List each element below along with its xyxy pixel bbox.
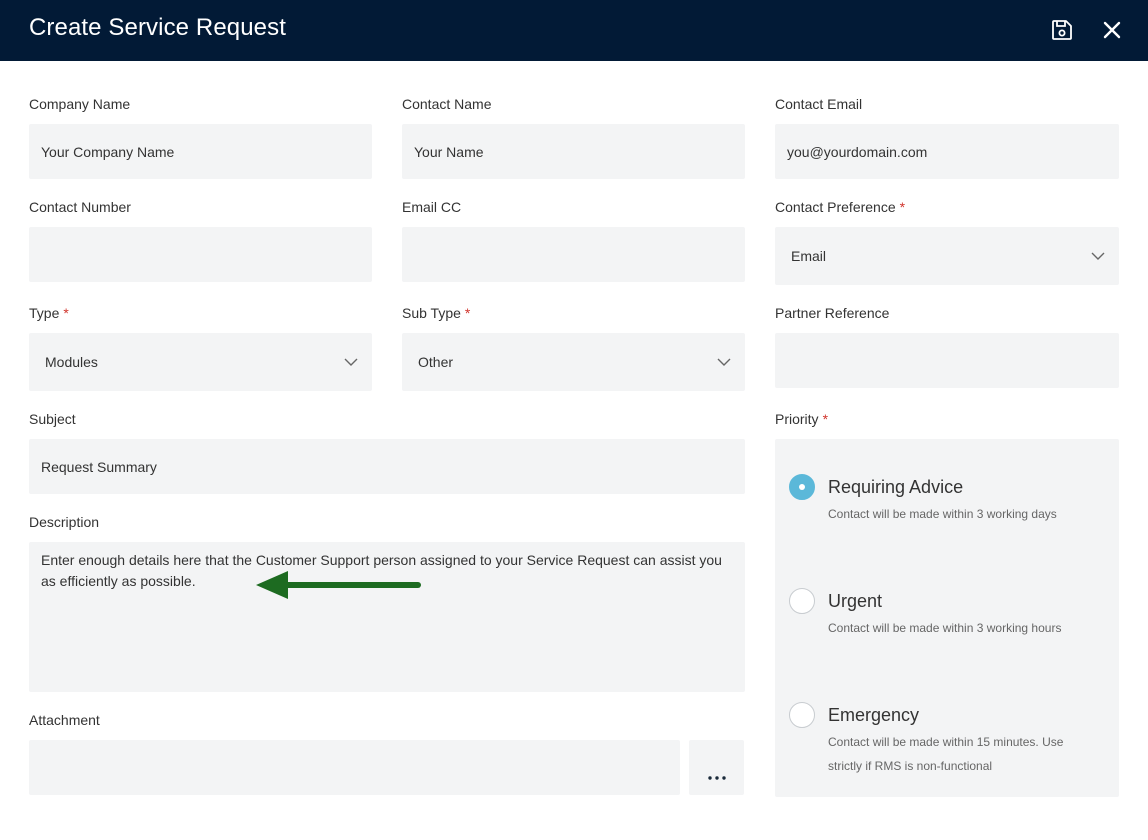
chevron-down-icon — [344, 358, 358, 366]
description-label: Description — [29, 514, 100, 530]
radio-checked-icon[interactable] — [789, 474, 815, 500]
more-dots-icon — [708, 776, 726, 780]
contact-number-label: Contact Number — [29, 199, 131, 215]
priority-option-desc: Contact will be made within 3 working ho… — [828, 621, 1062, 635]
browse-attachment-button[interactable] — [689, 740, 744, 795]
required-marker: * — [63, 305, 69, 321]
subject-label: Subject — [29, 411, 76, 427]
contact-email-value: you@yourdomain.com — [787, 143, 928, 160]
radio-unchecked-icon[interactable] — [789, 588, 815, 614]
partner-reference-label: Partner Reference — [775, 305, 890, 321]
priority-option-urgent[interactable]: Urgent Contact will be made within 3 wor… — [775, 587, 1119, 647]
description-textarea[interactable]: Enter enough details here that the Custo… — [29, 542, 745, 692]
company-name-input[interactable]: Your Company Name — [29, 124, 372, 179]
contact-name-value: Your Name — [414, 143, 484, 160]
type-label: Type * — [29, 305, 69, 321]
attachment-label: Attachment — [29, 712, 100, 728]
contact-name-input[interactable]: Your Name — [402, 124, 745, 179]
contact-preference-value: Email — [791, 248, 827, 264]
contact-email-input[interactable]: you@yourdomain.com — [775, 124, 1119, 179]
contact-number-input[interactable] — [29, 227, 372, 282]
partner-reference-input[interactable] — [775, 333, 1119, 388]
priority-option-title: Requiring Advice — [828, 477, 964, 497]
chevron-down-icon — [717, 358, 731, 366]
priority-option-emergency[interactable]: Emergency Contact will be made within 15… — [775, 701, 1119, 785]
company-name-label: Company Name — [29, 96, 131, 112]
contact-email-label: Contact Email — [775, 96, 863, 112]
priority-option-title: Urgent — [828, 591, 883, 611]
contact-name-label: Contact Name — [402, 96, 492, 112]
priority-group: Requiring Advice Contact will be made wi… — [775, 439, 1119, 797]
subject-value: Request Summary — [41, 458, 157, 475]
radio-unchecked-icon[interactable] — [789, 702, 815, 728]
save-icon — [1052, 20, 1072, 40]
contact-preference-label: Contact Preference * — [775, 199, 906, 215]
priority-option-desc: Contact will be made within 3 working da… — [828, 507, 1057, 521]
required-marker: * — [822, 411, 829, 427]
save-button[interactable] — [1047, 15, 1077, 45]
sub-type-label: Sub Type * — [402, 305, 471, 321]
sub-type-value: Other — [418, 354, 454, 370]
dialog-header: Create Service Request — [0, 0, 1148, 61]
type-select[interactable]: Modules — [29, 333, 372, 391]
chevron-down-icon — [1091, 252, 1105, 260]
priority-option-requiring-advice[interactable]: Requiring Advice Contact will be made wi… — [775, 473, 1119, 533]
required-marker: * — [464, 305, 471, 321]
priority-option-title: Emergency — [828, 705, 920, 725]
priority-option-desc: Contact will be made within 15 minutes. … — [828, 735, 1064, 773]
close-icon — [1103, 21, 1121, 39]
dialog-title: Create Service Request — [29, 14, 286, 41]
type-value: Modules — [45, 354, 98, 370]
required-marker: * — [899, 199, 906, 215]
arrow-left-icon — [256, 571, 421, 599]
sub-type-select[interactable]: Other — [402, 333, 745, 391]
priority-label: Priority * — [775, 411, 829, 427]
email-cc-label: Email CC — [402, 199, 462, 215]
close-button[interactable] — [1097, 15, 1127, 45]
attachment-input[interactable] — [29, 740, 680, 795]
contact-preference-select[interactable]: Email — [775, 227, 1119, 285]
company-name-value: Your Company Name — [41, 143, 175, 160]
email-cc-input[interactable] — [402, 227, 745, 282]
subject-input[interactable]: Request Summary — [29, 439, 745, 494]
